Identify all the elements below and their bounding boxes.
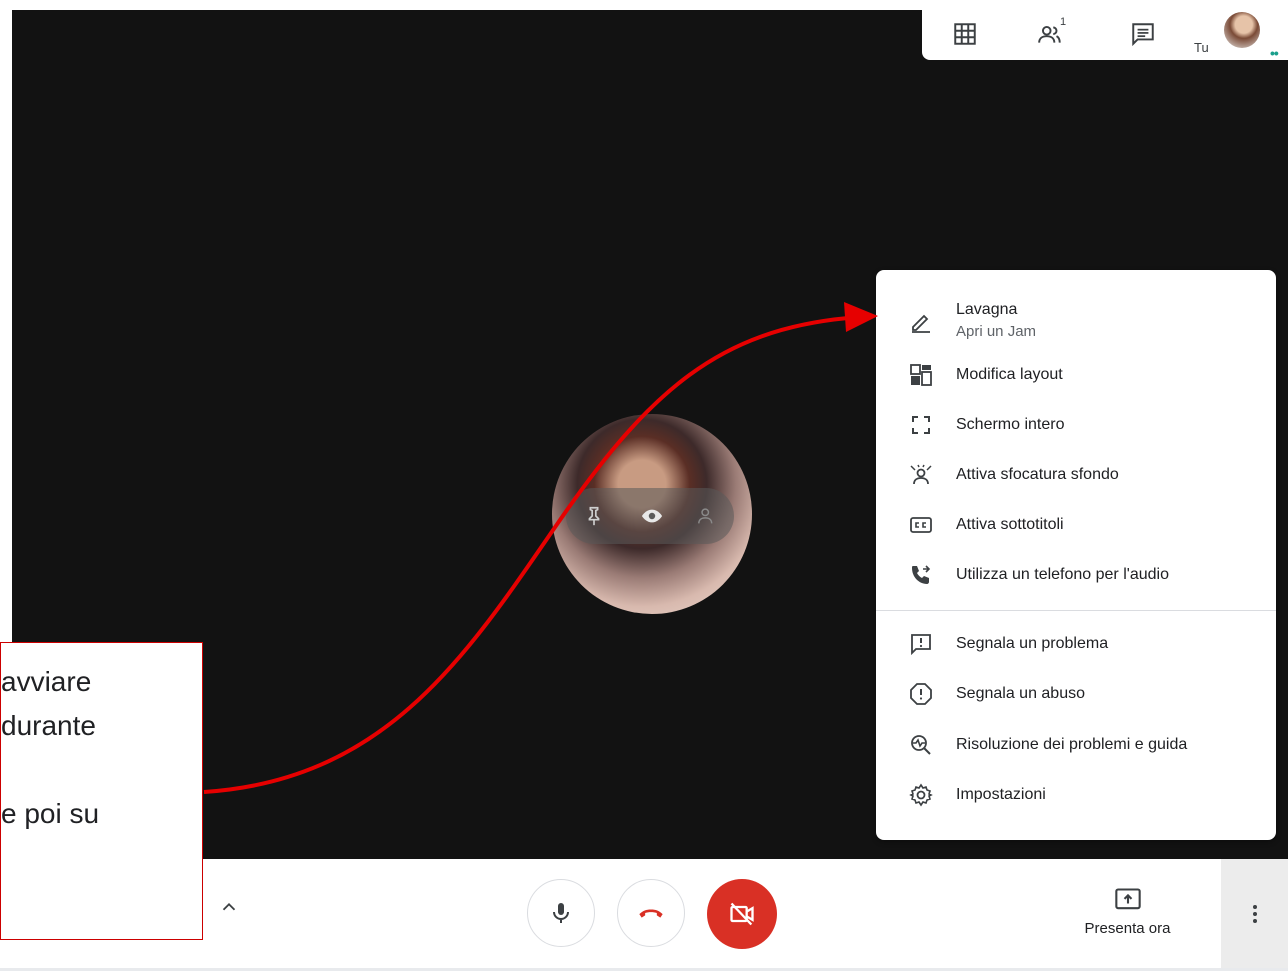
menu-item-label: Utilizza un telefono per l'audio [956,566,1169,583]
microphone-button[interactable] [527,879,595,947]
audio-indicator-icon: •• [1270,45,1279,61]
layout-icon [906,360,936,390]
menu-item-label: Modifica layout [956,366,1063,383]
pin-icon[interactable] [580,502,608,530]
eye-icon[interactable] [638,502,666,530]
self-label: Tu [1194,40,1209,55]
feedback-icon [906,629,936,659]
participants-count: 1 [1060,16,1067,28]
present-now-button[interactable]: Presenta ora [1070,884,1185,944]
menu-divider [876,610,1276,611]
menu-item-troubleshoot[interactable]: Risoluzione dei problemi e guida [876,720,1276,770]
phone-icon [906,560,936,590]
chevron-up-icon[interactable] [214,892,244,922]
menu-item-report-abuse[interactable]: Segnala un abuso [876,669,1276,719]
present-icon [1114,888,1141,910]
more-vert-icon [1252,904,1257,923]
blur-icon [906,460,936,490]
menu-item-label: Impostazioni [956,786,1046,803]
top-toolbar: 1 Tu •• [922,10,1288,61]
camera-off-button[interactable] [707,879,777,949]
menu-item-sublabel: Apri un Jam [956,323,1037,340]
menu-item-blur[interactable]: Attiva sfocatura sfondo [876,450,1276,500]
captions-icon [906,510,936,540]
menu-item-label: Risoluzione dei problemi e guida [956,736,1188,753]
settings-icon [906,780,936,810]
menu-item-label: Segnala un abuso [956,685,1085,702]
menu-item-label: Attiva sottotitoli [956,516,1064,533]
grid-icon[interactable] [949,18,981,50]
more-options-menu: Lavagna Apri un Jam Modifica layout Sche… [876,270,1276,840]
camera-off-icon [730,902,754,926]
avatar[interactable] [1224,12,1260,48]
menu-item-whiteboard[interactable]: Lavagna Apri un Jam [876,297,1276,347]
menu-item-label: Schermo intero [956,416,1065,433]
chat-icon[interactable] [1127,18,1159,50]
menu-item-layout[interactable]: Modifica layout [876,350,1276,400]
callout-line: durante [1,710,96,741]
menu-item-captions[interactable]: Attiva sottotitoli [876,500,1276,550]
menu-item-phone-audio[interactable]: Utilizza un telefono per l'audio [876,550,1276,600]
end-call-button[interactable] [617,879,685,947]
remove-icon[interactable] [694,502,722,530]
callout-line: avviare [1,666,92,697]
menu-item-fullscreen[interactable]: Schermo intero [876,400,1276,450]
menu-item-label: Lavagna [956,301,1018,318]
present-now-label: Presenta ora [1084,920,1171,937]
troubleshoot-icon [906,730,936,760]
menu-item-settings[interactable]: Impostazioni [876,770,1276,820]
tile-hover-controls [566,488,734,544]
menu-item-label: Segnala un problema [956,635,1109,652]
menu-item-label: Attiva sfocatura sfondo [956,466,1119,483]
menu-item-report-problem[interactable]: Segnala un problema [876,619,1276,669]
report-icon [906,679,936,709]
microphone-icon [553,903,569,923]
callout-line: e poi su [1,798,100,829]
more-options-button[interactable] [1221,859,1288,968]
people-icon[interactable]: 1 [1034,16,1067,50]
pen-icon [906,307,936,337]
fullscreen-icon [906,410,936,440]
hang-up-icon [639,909,663,918]
annotation-callout: avviare durante e poi su [0,642,203,940]
